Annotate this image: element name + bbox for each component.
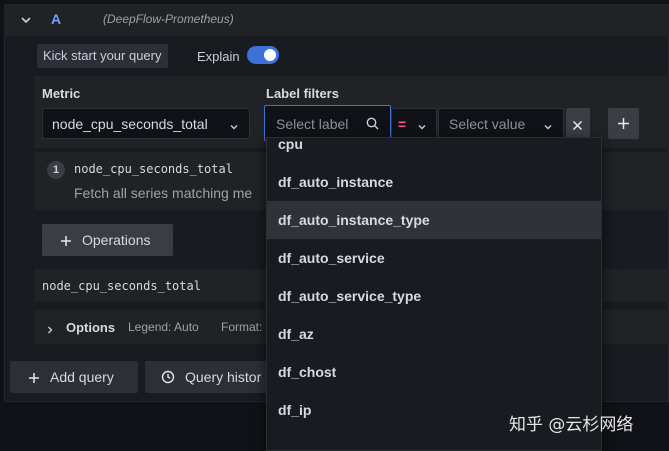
chevron-down-icon — [229, 119, 239, 137]
step-title: node_cpu_seconds_total — [74, 162, 233, 176]
operations-button[interactable]: Operations — [42, 224, 173, 256]
options-label[interactable]: Options — [66, 320, 115, 335]
dropdown-option[interactable]: cpu — [267, 138, 601, 163]
metric-select[interactable]: node_cpu_seconds_total — [42, 108, 250, 139]
explain-toggle[interactable] — [247, 46, 279, 64]
metric-value: node_cpu_seconds_total — [52, 116, 208, 132]
add-filter-button[interactable] — [608, 108, 639, 139]
collapse-chevron-icon[interactable] — [20, 13, 32, 25]
query-history-label: Query histor — [185, 369, 262, 385]
step-description: Fetch all series matching me — [74, 185, 253, 201]
add-query-button[interactable]: Add query — [10, 361, 138, 393]
dropdown-option[interactable]: df_auto_service_type — [267, 277, 601, 315]
step-number-badge: 1 — [47, 161, 65, 179]
search-icon — [366, 117, 379, 135]
chevron-down-icon — [417, 119, 427, 137]
remove-filter-button[interactable] — [566, 108, 590, 139]
options-format: Format: — [221, 320, 263, 334]
options-legend: Legend: Auto — [128, 320, 199, 334]
plus-icon — [617, 117, 630, 135]
chevron-down-icon — [543, 119, 553, 137]
select-value-placeholder: Select value — [449, 116, 526, 132]
operations-label: Operations — [82, 232, 151, 248]
metric-label: Metric — [42, 86, 81, 101]
query-history-button[interactable]: Query histor — [145, 361, 270, 393]
label-dropdown-menu: cpu df_auto_instance df_auto_instance_ty… — [266, 137, 602, 451]
close-icon — [572, 118, 583, 136]
dropdown-option[interactable]: df_az — [267, 315, 601, 353]
label-filters-label: Label filters — [266, 86, 339, 101]
operator-select[interactable]: = — [391, 108, 437, 139]
watermark: 知乎 @云杉网络 — [509, 415, 634, 435]
dropdown-option[interactable]: df_chost — [267, 353, 601, 391]
dropdown-option[interactable]: df_auto_service — [267, 239, 601, 277]
select-label-input[interactable]: Select label — [264, 105, 391, 141]
operator-value: = — [398, 116, 407, 132]
select-label-placeholder: Select label — [276, 116, 349, 132]
dropdown-option-highlighted[interactable]: df_auto_instance_type — [267, 201, 601, 239]
history-icon — [161, 370, 175, 389]
query-letter[interactable]: A — [51, 11, 61, 27]
chevron-right-icon[interactable] — [45, 322, 55, 340]
plus-icon — [28, 371, 40, 389]
add-query-label: Add query — [50, 369, 114, 385]
kick-start-query-button[interactable]: Kick start your query — [37, 44, 168, 68]
plus-icon — [60, 234, 72, 252]
datasource-name: (DeepFlow-Prometheus) — [103, 12, 234, 26]
select-value-input[interactable]: Select value — [438, 108, 564, 139]
explain-label: Explain — [197, 49, 240, 64]
dropdown-option[interactable]: df_auto_instance — [267, 163, 601, 201]
query-preview: node_cpu_seconds_total — [42, 279, 201, 293]
